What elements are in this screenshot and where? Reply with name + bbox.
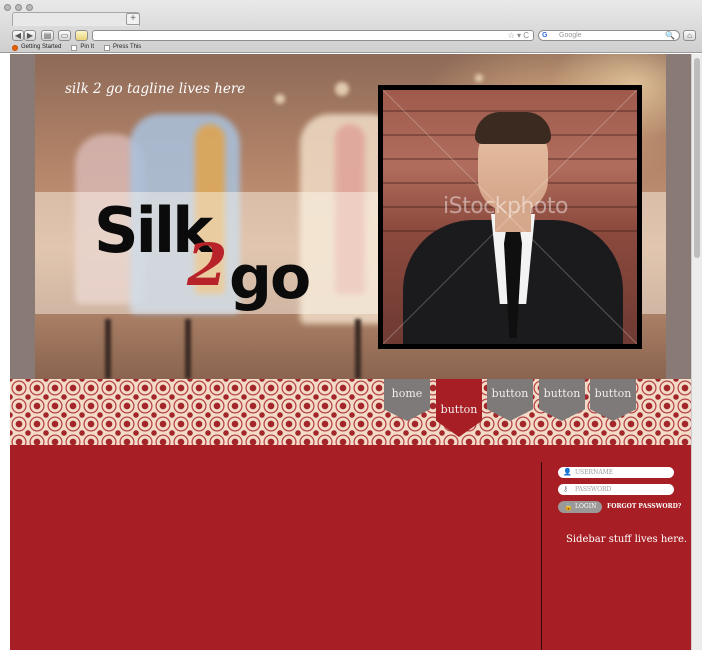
damask-pattern-band (10, 379, 691, 445)
vertical-scrollbar[interactable] (691, 54, 702, 650)
bookmark-getting-started[interactable]: Getting Started (12, 43, 61, 52)
search-placeholder: Google (559, 32, 582, 39)
watermark-text: iStockphoto (443, 194, 568, 219)
site-logo[interactable]: Silk 2 go (94, 200, 344, 330)
forward-button[interactable]: ▶ (24, 30, 36, 41)
logo-text-go: go (229, 243, 311, 313)
sidebar-divider (541, 462, 542, 650)
back-button[interactable]: ◀ (12, 30, 24, 41)
minimize-window-button[interactable] (15, 4, 22, 11)
password-placeholder: PASSWORD (575, 486, 612, 493)
home-icon[interactable]: ⌂ (683, 30, 696, 41)
site-tagline: silk 2 go tagline lives here (65, 81, 246, 97)
firefox-icon (12, 44, 18, 51)
search-input[interactable]: G Google 🔍 (538, 30, 680, 41)
bookmark-pin-it[interactable]: Pin It (71, 43, 94, 52)
bookmarks-bar: Getting Started Pin It Press This (12, 43, 141, 52)
portrait-photo: iStockphoto (378, 85, 642, 349)
print-icon[interactable]: ▤ (41, 30, 54, 41)
page-viewport: silk 2 go tagline lives here Silk 2 go i… (10, 54, 691, 650)
bookmark-star-icon[interactable] (75, 30, 88, 41)
close-window-button[interactable] (4, 4, 11, 11)
key-icon: ⚷ (563, 485, 569, 493)
bookmark-label: Pin It (80, 44, 95, 50)
sidebar-text: Sidebar stuff lives here. (566, 534, 688, 545)
login-button[interactable]: 🔒 LOGIN (558, 501, 602, 513)
browser-tab[interactable] (12, 12, 140, 26)
zoom-window-button[interactable] (26, 4, 33, 11)
bookmark-label: Getting Started (21, 44, 62, 50)
user-icon: 👤 (563, 468, 572, 476)
url-icons: ☆ ▾ C (507, 31, 529, 40)
lock-icon: 🔒 (564, 503, 573, 511)
username-field[interactable]: 👤 USERNAME (558, 467, 674, 478)
tray-icon[interactable]: ▭ (58, 30, 71, 41)
new-tab-button[interactable]: + (126, 13, 140, 25)
login-label: LOGIN (575, 503, 597, 510)
search-icon[interactable]: 🔍 (665, 31, 675, 40)
bookmark-icon (71, 44, 78, 51)
address-bar[interactable]: ☆ ▾ C (92, 30, 534, 41)
bookmark-press-this[interactable]: Press This (104, 43, 141, 52)
window-controls (4, 4, 33, 11)
google-icon: G (542, 32, 548, 39)
hero-section: silk 2 go tagline lives here Silk 2 go i… (10, 54, 691, 379)
forgot-password-link[interactable]: FORGOT PASSWORD? (607, 503, 681, 510)
bookmark-icon (104, 44, 111, 51)
bookmark-label: Press This (113, 44, 142, 50)
scrollbar-thumb[interactable] (694, 58, 700, 258)
password-field[interactable]: ⚷ PASSWORD (558, 484, 674, 495)
logo-text-2: 2 (187, 231, 228, 299)
username-placeholder: USERNAME (575, 469, 614, 476)
browser-chrome: + ◀ ▶ ▤ ▭ ☆ ▾ C G Google 🔍 ⌂ Getting Sta… (0, 0, 702, 53)
